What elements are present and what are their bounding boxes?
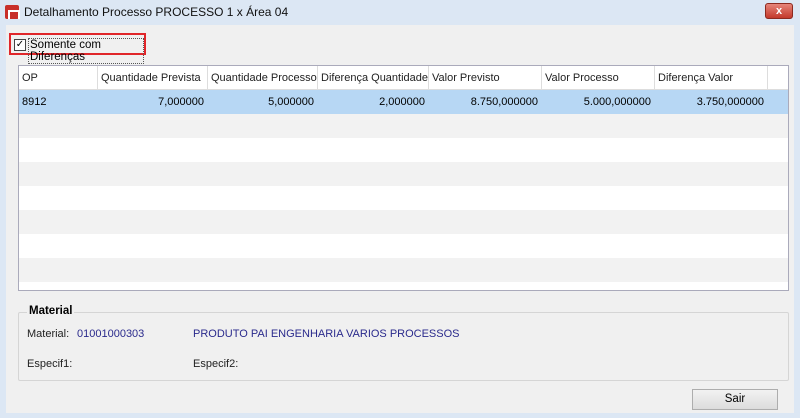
dialog-body: ✓ Somente com Diferenças OP Quantidade P…	[6, 25, 794, 413]
column-header-valor-previsto[interactable]: Valor Previsto	[429, 66, 542, 90]
cell-valor-processo: 5.000,000000	[583, 96, 651, 108]
column-header-dif-valor[interactable]: Diferença Valor	[655, 66, 768, 90]
table-row[interactable]: 8912 7,000000 5,000000 2,000000 8.750,00…	[19, 90, 788, 114]
title-bar: Detalhamento Processo PROCESSO 1 x Área …	[0, 0, 800, 25]
empty-row	[19, 114, 788, 138]
empty-row	[19, 258, 788, 282]
column-header-op[interactable]: OP	[19, 66, 98, 90]
material-description: PRODUTO PAI ENGENHARIA VARIOS PROCESSOS	[193, 328, 460, 340]
column-header-valor-processo[interactable]: Valor Processo	[542, 66, 655, 90]
process-grid: OP Quantidade Prevista Quantidade Proces…	[18, 65, 789, 291]
cell-op: 8912	[22, 96, 47, 108]
material-group: Material Material: 01001000303 PRODUTO P…	[18, 305, 789, 381]
differences-checkbox[interactable]: ✓	[14, 39, 26, 51]
close-button[interactable]: x	[765, 3, 793, 19]
empty-row	[19, 210, 788, 234]
especif2-label: Especif2:	[193, 358, 239, 370]
cell-qtd-processo: 5,000000	[268, 96, 314, 108]
grid-header: OP Quantidade Prevista Quantidade Proces…	[19, 66, 788, 90]
filter-highlight: ✓ Somente com Diferenças	[9, 33, 146, 64]
especif1-label: Especif1:	[27, 358, 73, 370]
column-header-qtd-processo[interactable]: Quantidade Processo	[208, 66, 318, 90]
app-icon	[5, 5, 20, 19]
material-code: 01001000303	[77, 328, 145, 340]
cell-dif-valor: 3.750,000000	[696, 96, 764, 108]
differences-checkbox-label[interactable]: Somente com Diferenças	[28, 38, 144, 64]
cell-dif-quantidade: 2,000000	[379, 96, 425, 108]
window-title: Detalhamento Processo PROCESSO 1 x Área …	[24, 5, 289, 19]
cell-qtd-prevista: 7,000000	[158, 96, 204, 108]
material-label: Material:	[27, 328, 70, 340]
column-header-qtd-prevista[interactable]: Quantidade Prevista	[98, 66, 208, 90]
exit-button[interactable]: Sair	[692, 389, 778, 410]
empty-row	[19, 162, 788, 186]
column-header-dif-quantidade[interactable]: Diferença Quantidade	[318, 66, 429, 90]
cell-valor-previsto: 8.750,000000	[470, 96, 538, 108]
material-group-title: Material	[27, 305, 75, 317]
